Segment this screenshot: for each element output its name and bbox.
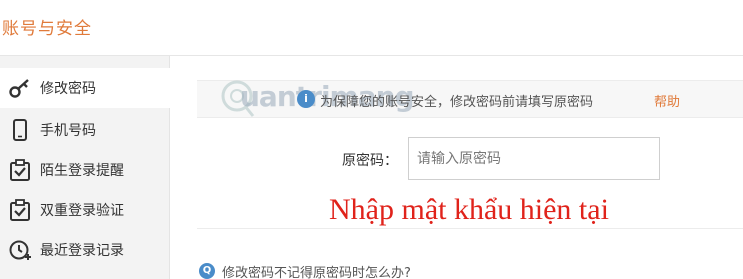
divider: [197, 228, 743, 229]
old-password-label: 原密码：: [342, 153, 398, 169]
annotation-caption: Nhập mật khẩu hiện tại: [329, 193, 609, 226]
sidebar-item-label: 最近登录记录: [40, 243, 124, 259]
checkbox-clipboard-icon: [10, 199, 30, 221]
sidebar: 修改密码 手机号码 陌生登录提醒 双重登录验证 最近登录记录: [0, 56, 170, 279]
question-icon: Q: [199, 263, 215, 279]
forgot-password-link[interactable]: 修改密码不记得原密码时怎么办?: [222, 262, 411, 279]
old-password-input[interactable]: [408, 137, 660, 180]
sidebar-item-label: 双重登录验证: [40, 203, 124, 219]
key-icon: [9, 79, 29, 98]
clock-plus-icon: [9, 240, 31, 260]
sidebar-item-phone-number[interactable]: 手机号码: [0, 110, 170, 150]
info-icon: i: [297, 90, 315, 108]
sidebar-item-label: 陌生登录提醒: [40, 163, 124, 179]
help-link[interactable]: 帮助: [654, 91, 680, 110]
phone-icon: [13, 119, 27, 141]
sidebar-item-label: 修改密码: [40, 81, 96, 97]
page-header: 账号与安全: [0, 0, 743, 56]
sidebar-item-two-step-verification[interactable]: 双重登录验证: [0, 190, 170, 230]
sidebar-item-label: 手机号码: [40, 123, 96, 139]
checkbox-clipboard-icon: [10, 159, 30, 181]
sidebar-item-recent-logins[interactable]: 最近登录记录: [0, 230, 170, 270]
notice-text: 为保障您的账号安全，修改密码前请填写原密码: [320, 95, 594, 110]
page-title: 账号与安全: [2, 19, 92, 39]
sidebar-item-change-password[interactable]: 修改密码: [0, 68, 170, 108]
sidebar-item-stranger-login-alert[interactable]: 陌生登录提醒: [0, 150, 170, 190]
